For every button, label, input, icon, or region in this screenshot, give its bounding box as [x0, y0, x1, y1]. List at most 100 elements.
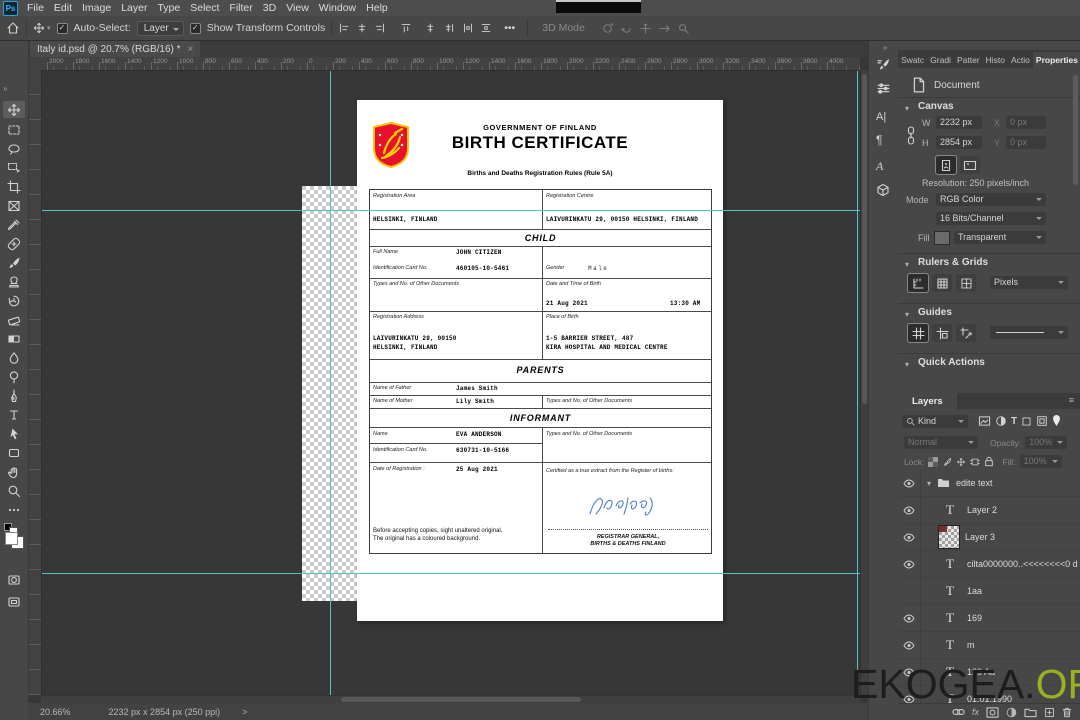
text-layer-thumbnail[interactable]: T [939, 556, 961, 572]
layer-name[interactable]: Layer 2 [967, 505, 997, 515]
ruler-corner[interactable] [28, 57, 42, 71]
tab-gradients[interactable]: Gradi [927, 52, 954, 68]
distribute-horizontal-icon[interactable] [462, 22, 474, 34]
align-top-edges-icon[interactable] [400, 22, 412, 34]
blur-tool-icon[interactable] [5, 349, 23, 366]
visibility-eye-icon[interactable] [898, 605, 921, 631]
chevron-down-icon[interactable]: ▾ [905, 260, 909, 269]
visibility-eye-empty[interactable] [898, 578, 921, 604]
shape-tool-icon[interactable] [5, 444, 23, 461]
tab-swatches[interactable]: Swatc [898, 52, 927, 68]
text-layer-thumbnail[interactable]: T [939, 610, 961, 626]
rulers-toggle-button[interactable] [907, 273, 929, 293]
height-field[interactable]: 2854 px [936, 136, 982, 149]
visibility-eye-icon[interactable] [898, 659, 921, 685]
panel-scrollbar[interactable] [1073, 75, 1078, 185]
marquee-tool-icon[interactable] [5, 121, 23, 138]
layer-name[interactable]: 169 [967, 613, 982, 623]
grid-toggle-button[interactable] [932, 274, 952, 292]
delete-layer-icon[interactable] [1062, 707, 1072, 718]
menu-type[interactable]: Type [152, 0, 185, 16]
visibility-eye-icon[interactable] [898, 497, 921, 523]
menu-filter[interactable]: Filter [224, 0, 257, 16]
lock-position-icon[interactable] [956, 457, 966, 467]
layer-name[interactable]: 1aa [967, 586, 982, 596]
3d-panel-icon[interactable] [876, 183, 890, 197]
text-layer-thumbnail[interactable]: T [939, 691, 961, 703]
filter-kind-dropdown[interactable]: Kind [902, 414, 968, 428]
menu-edit[interactable]: Edit [49, 0, 77, 16]
filter-type-layers-icon[interactable]: T [1011, 416, 1017, 427]
layer-row[interactable]: Layer 3 [898, 524, 1080, 551]
layer-row[interactable]: Tm [898, 632, 1080, 659]
menu-file[interactable]: File [22, 0, 49, 16]
link-layers-icon[interactable] [952, 707, 965, 717]
layer-name[interactable]: 129 Aa [967, 667, 995, 677]
guide-vertical[interactable] [330, 70, 331, 695]
chevron-down-icon[interactable]: ▾ [905, 104, 909, 113]
glyphs-panel-icon[interactable]: A [876, 159, 883, 174]
mode-dropdown[interactable]: RGB Color [936, 193, 1046, 206]
collapse-panels-chevron[interactable]: » [883, 43, 887, 52]
close-tab-icon[interactable]: × [188, 44, 194, 55]
text-layer-thumbnail[interactable]: T [939, 502, 961, 518]
auto-select-checkbox[interactable]: ✓ [56, 22, 68, 34]
menu-image[interactable]: Image [77, 0, 116, 16]
character-panel-icon[interactable]: A| [876, 111, 886, 123]
new-group-icon[interactable] [1024, 707, 1037, 718]
tab-layers[interactable]: Layers [898, 393, 957, 409]
layer-effects-icon[interactable]: fx [972, 707, 979, 717]
history-brush-tool-icon[interactable] [5, 292, 23, 309]
menu-view[interactable]: View [281, 0, 314, 16]
pixel-grid-toggle-button[interactable] [956, 274, 976, 292]
home-icon[interactable] [6, 21, 20, 35]
fill-dropdown[interactable]: Transparent [954, 231, 1046, 244]
pen-tool-icon[interactable] [5, 387, 23, 404]
canvas-viewport[interactable]: GOVERNMENT OF FINLAND BIRTH CERTIFICATE … [41, 70, 860, 695]
tab-properties[interactable]: Properties [1032, 52, 1080, 68]
align-right-edges-icon[interactable] [374, 22, 386, 34]
tab-actions[interactable]: Actio [1008, 52, 1033, 68]
adjustment-layer-icon[interactable] [1006, 707, 1017, 718]
path-selection-tool-icon[interactable] [5, 425, 23, 442]
menu-help[interactable]: Help [361, 0, 393, 16]
layer-name[interactable]: edite text [956, 478, 993, 488]
group-expand-chevron[interactable]: ▾ [927, 479, 931, 488]
visibility-eye-icon[interactable] [898, 551, 921, 577]
menu-window[interactable]: Window [314, 0, 361, 16]
collapse-tools-chevron[interactable]: » [3, 84, 7, 93]
status-chevron[interactable]: > [242, 707, 247, 717]
more-options-icon[interactable]: ••• [504, 22, 515, 34]
visibility-eye-icon[interactable] [898, 470, 921, 496]
canvas-section-header[interactable]: Canvas [918, 101, 954, 112]
paragraph-panel-icon[interactable]: ¶ [876, 133, 882, 147]
landscape-orientation-button[interactable] [960, 156, 980, 174]
zoom-level[interactable]: 20.66% [40, 707, 71, 717]
align-horizontal-centers-icon[interactable] [356, 22, 368, 34]
layer-name[interactable]: m [967, 640, 975, 650]
quick-mask-icon[interactable] [5, 571, 23, 588]
gradient-tool-icon[interactable] [5, 330, 23, 347]
move-tool-icon[interactable] [3, 101, 25, 118]
text-layer-thumbnail[interactable]: T [939, 637, 961, 653]
layer-name[interactable]: Layer 3 [965, 532, 995, 542]
filter-pin-icon[interactable] [1052, 415, 1061, 427]
layer-mask-icon[interactable] [986, 706, 999, 718]
photoshop-logo[interactable]: Ps [3, 0, 18, 16]
layer-row[interactable]: Tcilta0000000..<<<<<<<<0 d [898, 551, 1080, 578]
chevron-down-icon[interactable]: ▾ [905, 360, 909, 369]
layer-row[interactable]: T Layer 2 [898, 497, 1080, 524]
fill-swatch[interactable] [934, 231, 950, 245]
menu-3d[interactable]: 3D [258, 0, 281, 16]
tab-histogram[interactable]: Histo [983, 52, 1008, 68]
move-tool-preset-icon[interactable]: ▾ [33, 22, 51, 34]
ruler-units-dropdown[interactable]: Pixels [990, 276, 1068, 289]
align-vertical-centers-icon[interactable] [426, 22, 438, 34]
healing-brush-tool-icon[interactable] [5, 235, 23, 252]
guide-horizontal[interactable] [41, 210, 860, 211]
auto-select-dropdown[interactable]: Layer [136, 20, 184, 36]
link-dimensions-icon[interactable] [906, 125, 916, 147]
filter-adjustment-layers-icon[interactable] [995, 415, 1007, 427]
align-left-edges-icon[interactable] [338, 22, 350, 34]
document-tab[interactable]: Italy id.psd @ 20.7% (RGB/16) * × [30, 41, 201, 57]
